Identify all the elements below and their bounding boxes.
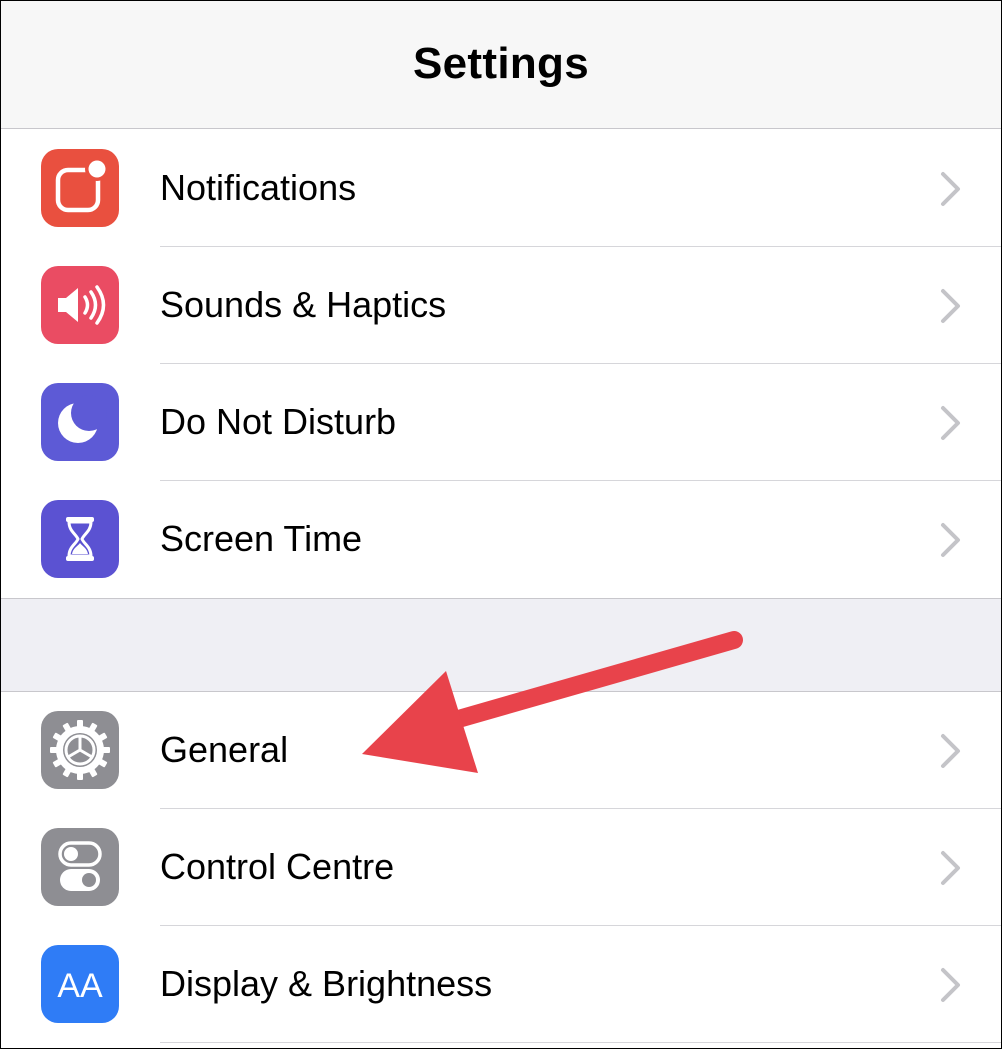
- settings-row-label: Control Centre: [160, 846, 395, 887]
- settings-screen: Settings Notifications Sounds & Haptics …: [0, 0, 1002, 1049]
- moon-icon: [41, 383, 119, 461]
- speaker-icon: [41, 266, 119, 344]
- settings-row-general[interactable]: General: [1, 692, 1001, 809]
- chevron-right-icon: [941, 734, 960, 768]
- settings-group-1: Notifications Sounds & Haptics Do Not Di…: [1, 130, 1001, 598]
- text-size-icon: AA: [41, 945, 119, 1023]
- navigation-bar: Settings: [1, 1, 1001, 129]
- settings-row-sounds-haptics[interactable]: Sounds & Haptics: [1, 247, 1001, 364]
- settings-group-2: General Control Centre AA Display & Brig…: [1, 691, 1001, 1043]
- notifications-icon: [41, 149, 119, 227]
- settings-row-notifications[interactable]: Notifications: [1, 130, 1001, 247]
- section-spacer: [1, 598, 1001, 692]
- svg-text:AA: AA: [57, 967, 103, 1005]
- chevron-right-icon: [941, 523, 960, 557]
- chevron-right-icon: [941, 289, 960, 323]
- settings-row-screen-time[interactable]: Screen Time: [1, 481, 1001, 598]
- settings-row-label: Sounds & Haptics: [160, 284, 447, 325]
- chevron-right-icon: [941, 851, 960, 885]
- settings-row-label: Screen Time: [160, 518, 363, 559]
- chevron-right-icon: [941, 968, 960, 1002]
- settings-row-do-not-disturb[interactable]: Do Not Disturb: [1, 364, 1001, 481]
- settings-row-label: Do Not Disturb: [160, 401, 397, 442]
- page-title: Settings: [413, 39, 589, 88]
- settings-row-label: General: [160, 729, 289, 770]
- chevron-right-icon: [941, 406, 960, 440]
- chevron-right-icon: [941, 172, 960, 206]
- settings-row-label: Display & Brightness: [160, 963, 493, 1004]
- gear-icon: [41, 711, 119, 789]
- settings-row-display-brightness[interactable]: AA Display & Brightness: [1, 926, 1001, 1043]
- hourglass-icon: [41, 500, 119, 578]
- settings-row-label: Notifications: [160, 167, 357, 208]
- settings-row-control-centre[interactable]: Control Centre: [1, 809, 1001, 926]
- toggles-icon: [41, 828, 119, 906]
- row-separator: [160, 1042, 1001, 1043]
